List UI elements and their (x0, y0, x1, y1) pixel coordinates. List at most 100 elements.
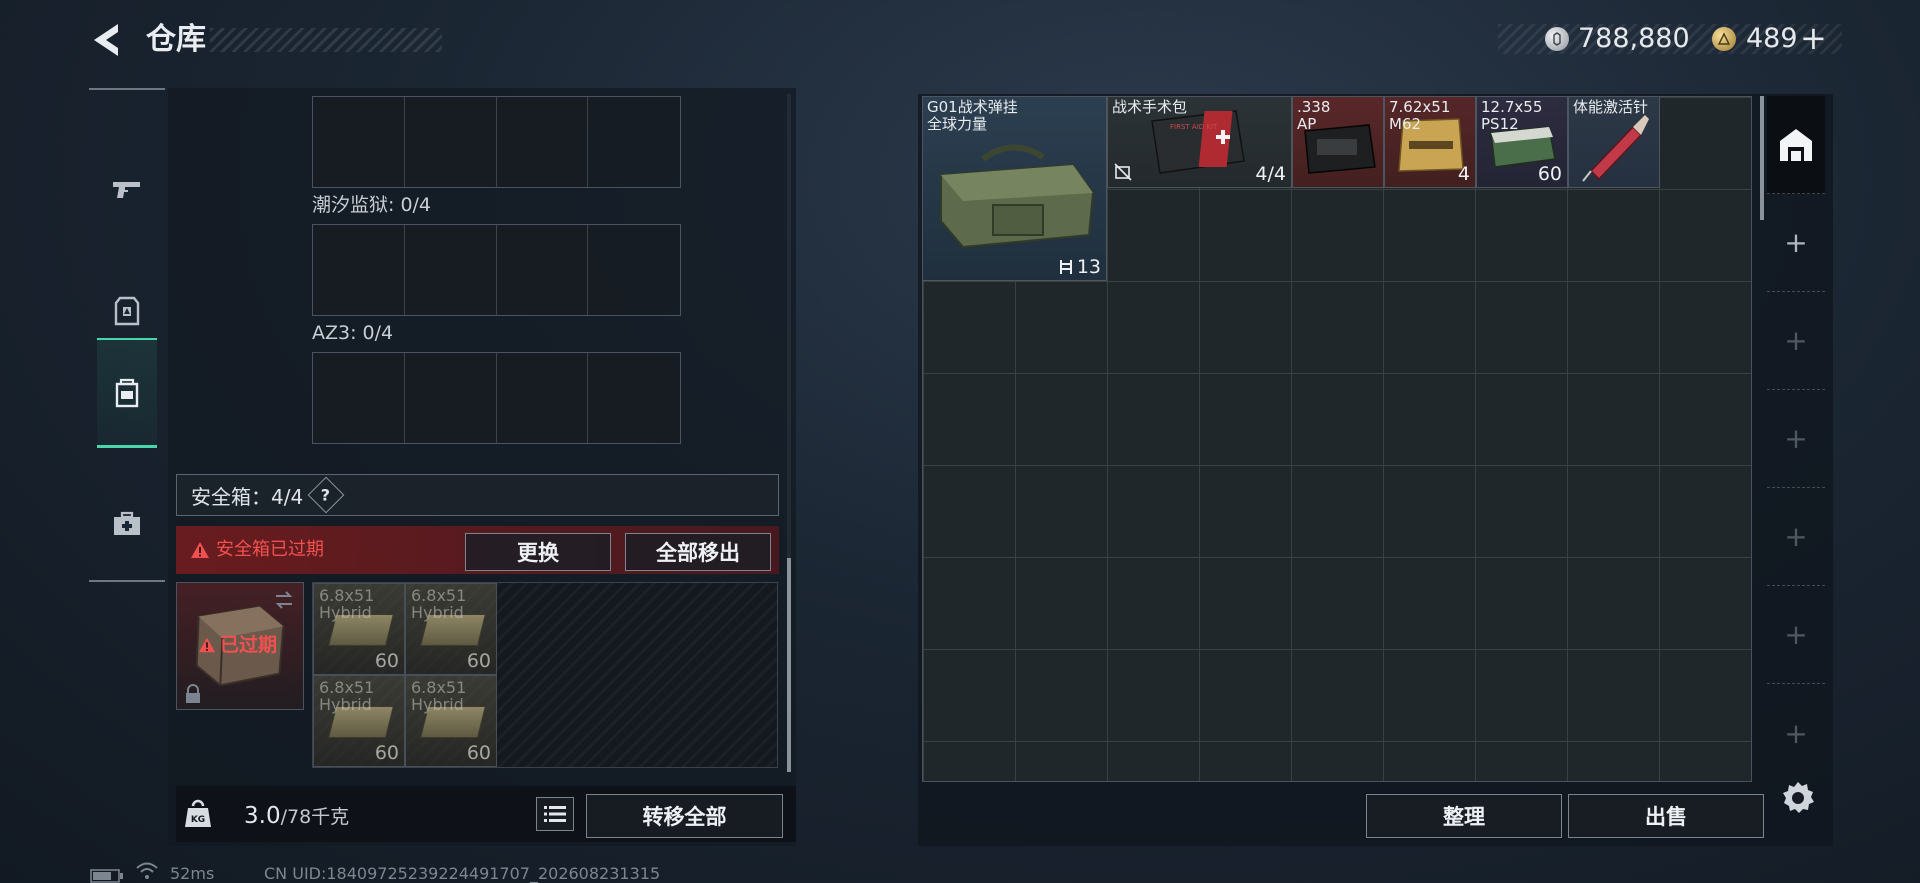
replace-button[interactable]: 更换 (465, 533, 611, 571)
item-count: 60 (466, 650, 491, 672)
ammo-item[interactable]: 6.8x51 Hybrid 60 (313, 675, 405, 767)
grid-cell[interactable] (497, 225, 589, 315)
warning-icon (198, 637, 216, 653)
gold-amount: 489 (1746, 23, 1798, 54)
help-button[interactable]: ? (307, 476, 345, 514)
warning-icon (191, 542, 209, 558)
item-count: 13 (1059, 256, 1101, 278)
grid-cell[interactable] (405, 353, 497, 443)
safebox-grid: 6.8x51 Hybrid 60 6.8x51 Hybrid 60 6.8x51… (312, 582, 778, 768)
grid-cell[interactable] (588, 225, 680, 315)
safebox-capacity: 安全箱：4/4 (191, 484, 304, 509)
gold-coin-icon (1712, 27, 1736, 51)
grid-cell[interactable] (497, 97, 589, 187)
locked-storage-slot: + (1767, 488, 1825, 586)
item-count: 60 (374, 742, 399, 764)
item-name: 体能激活针 (1573, 98, 1649, 116)
locked-storage-slot: + (1767, 390, 1825, 488)
lock-icon (184, 684, 202, 704)
weight-max: /78千克 (280, 806, 350, 828)
medkit-case-icon (114, 511, 140, 535)
item-count: 4 (1457, 163, 1470, 185)
item-name: G01战术弹挂 全球力量 (927, 98, 1018, 133)
grid-cell[interactable] (313, 225, 405, 315)
item-count: 60 (466, 742, 491, 764)
carry-weight: 3.0/78千克 (244, 802, 349, 831)
add-gold-button[interactable]: + (1800, 18, 1827, 58)
rig-label: 潮汐监狱: 0/4 (312, 194, 432, 216)
item-name: 6.8x51 Hybrid (411, 678, 467, 714)
locked-storage-slot: + (1767, 586, 1825, 684)
warehouse-item[interactable]: G01战术弹挂 全球力量 13 (922, 96, 1107, 281)
wifi-icon (136, 862, 158, 880)
grid-cell[interactable] (497, 353, 589, 443)
warehouse-item[interactable]: 12.7x55 PS12 60 (1476, 96, 1568, 188)
grid-cell[interactable] (405, 225, 497, 315)
safebox-expired-label: 已过期 (198, 632, 277, 658)
item-name: 6.8x51 Hybrid (411, 586, 467, 622)
grid-cell[interactable] (313, 353, 405, 443)
ammo-item[interactable]: 6.8x51 Hybrid 60 (405, 675, 497, 767)
page-title: 仓库 (146, 22, 206, 57)
safebox-header: 安全箱：4/4 ? (176, 474, 779, 516)
rig-label: AZ3: 0/4 (312, 322, 394, 344)
ammo-item[interactable]: 6.8x51 Hybrid 60 (405, 583, 497, 675)
weight-icon: KG (184, 798, 212, 828)
remove-all-button[interactable]: 全部移出 (625, 533, 771, 571)
sell-button[interactable]: 出售 (1568, 794, 1764, 838)
tab-weapons[interactable] (97, 134, 157, 244)
warehouse-scrollbar-thumb[interactable] (1760, 96, 1764, 220)
back-button[interactable] (88, 20, 128, 60)
expired-text: 安全箱已过期 (216, 539, 324, 560)
transfer-all-button[interactable]: 转移全部 (586, 794, 783, 838)
add-storage-button[interactable]: + (1767, 194, 1825, 292)
warehouse-building-icon (1780, 128, 1812, 161)
locked-storage-slot: + (1767, 292, 1825, 390)
rig-grid-top (312, 96, 681, 188)
tab-backpack[interactable] (97, 338, 157, 448)
warehouse-item[interactable]: .338 AP (1292, 96, 1384, 188)
storage-page-1[interactable] (1767, 96, 1825, 194)
armor-vest-icon (114, 296, 140, 326)
grid-cell[interactable] (313, 97, 405, 187)
swap-icon[interactable] (272, 588, 296, 612)
pistol-icon (113, 182, 140, 198)
item-count: 4/4 (1255, 163, 1286, 185)
svg-text:FIRST AID KIT: FIRST AID KIT (1170, 123, 1218, 131)
list-view-button[interactable] (536, 797, 574, 831)
weight-current: 3.0 (244, 803, 281, 829)
item-name: 战术手术包 (1112, 98, 1188, 116)
rig-icon (1059, 260, 1072, 274)
warehouse-item[interactable]: 体能激活针 (1568, 96, 1660, 188)
settings-button[interactable] (1780, 780, 1816, 816)
item-count: 60 (1537, 163, 1562, 185)
item-name: 7.62x51 M62 (1389, 98, 1451, 133)
item-name: 6.8x51 Hybrid (319, 678, 375, 714)
backpack-icon (115, 378, 139, 407)
title-decoration (210, 28, 442, 52)
grid-cell[interactable] (588, 353, 680, 443)
chevron-left-icon (94, 24, 118, 56)
user-uid: CN UID:1840972523922449170​7_20260823131… (264, 864, 661, 883)
no-repair-icon (1114, 163, 1132, 181)
tab-medical[interactable] (97, 494, 157, 554)
battery-icon (90, 868, 124, 883)
item-name: 12.7x55 PS12 (1481, 98, 1543, 133)
silver-coin-icon (1545, 27, 1569, 51)
item-name: 6.8x51 Hybrid (319, 586, 375, 622)
loadout-scrollbar-thumb[interactable] (787, 558, 791, 772)
rig-grid (312, 352, 681, 444)
network-ping: 52ms (170, 864, 215, 883)
warehouse-item[interactable]: FIRST AID KIT 战术手术包 4/4 (1107, 96, 1292, 188)
grid-cell[interactable] (405, 97, 497, 187)
list-icon (544, 806, 566, 822)
rig-grid (312, 224, 681, 316)
item-name: .338 AP (1297, 98, 1331, 133)
sort-button[interactable]: 整理 (1366, 794, 1562, 838)
expired-text: 已过期 (220, 634, 278, 656)
ammo-item[interactable]: 6.8x51 Hybrid 60 (313, 583, 405, 675)
gear-icon (1783, 782, 1814, 813)
grid-cell[interactable] (588, 97, 680, 187)
silver-amount: 788,880 (1578, 23, 1690, 54)
warehouse-item[interactable]: 7.62x51 M62 4 (1384, 96, 1476, 188)
